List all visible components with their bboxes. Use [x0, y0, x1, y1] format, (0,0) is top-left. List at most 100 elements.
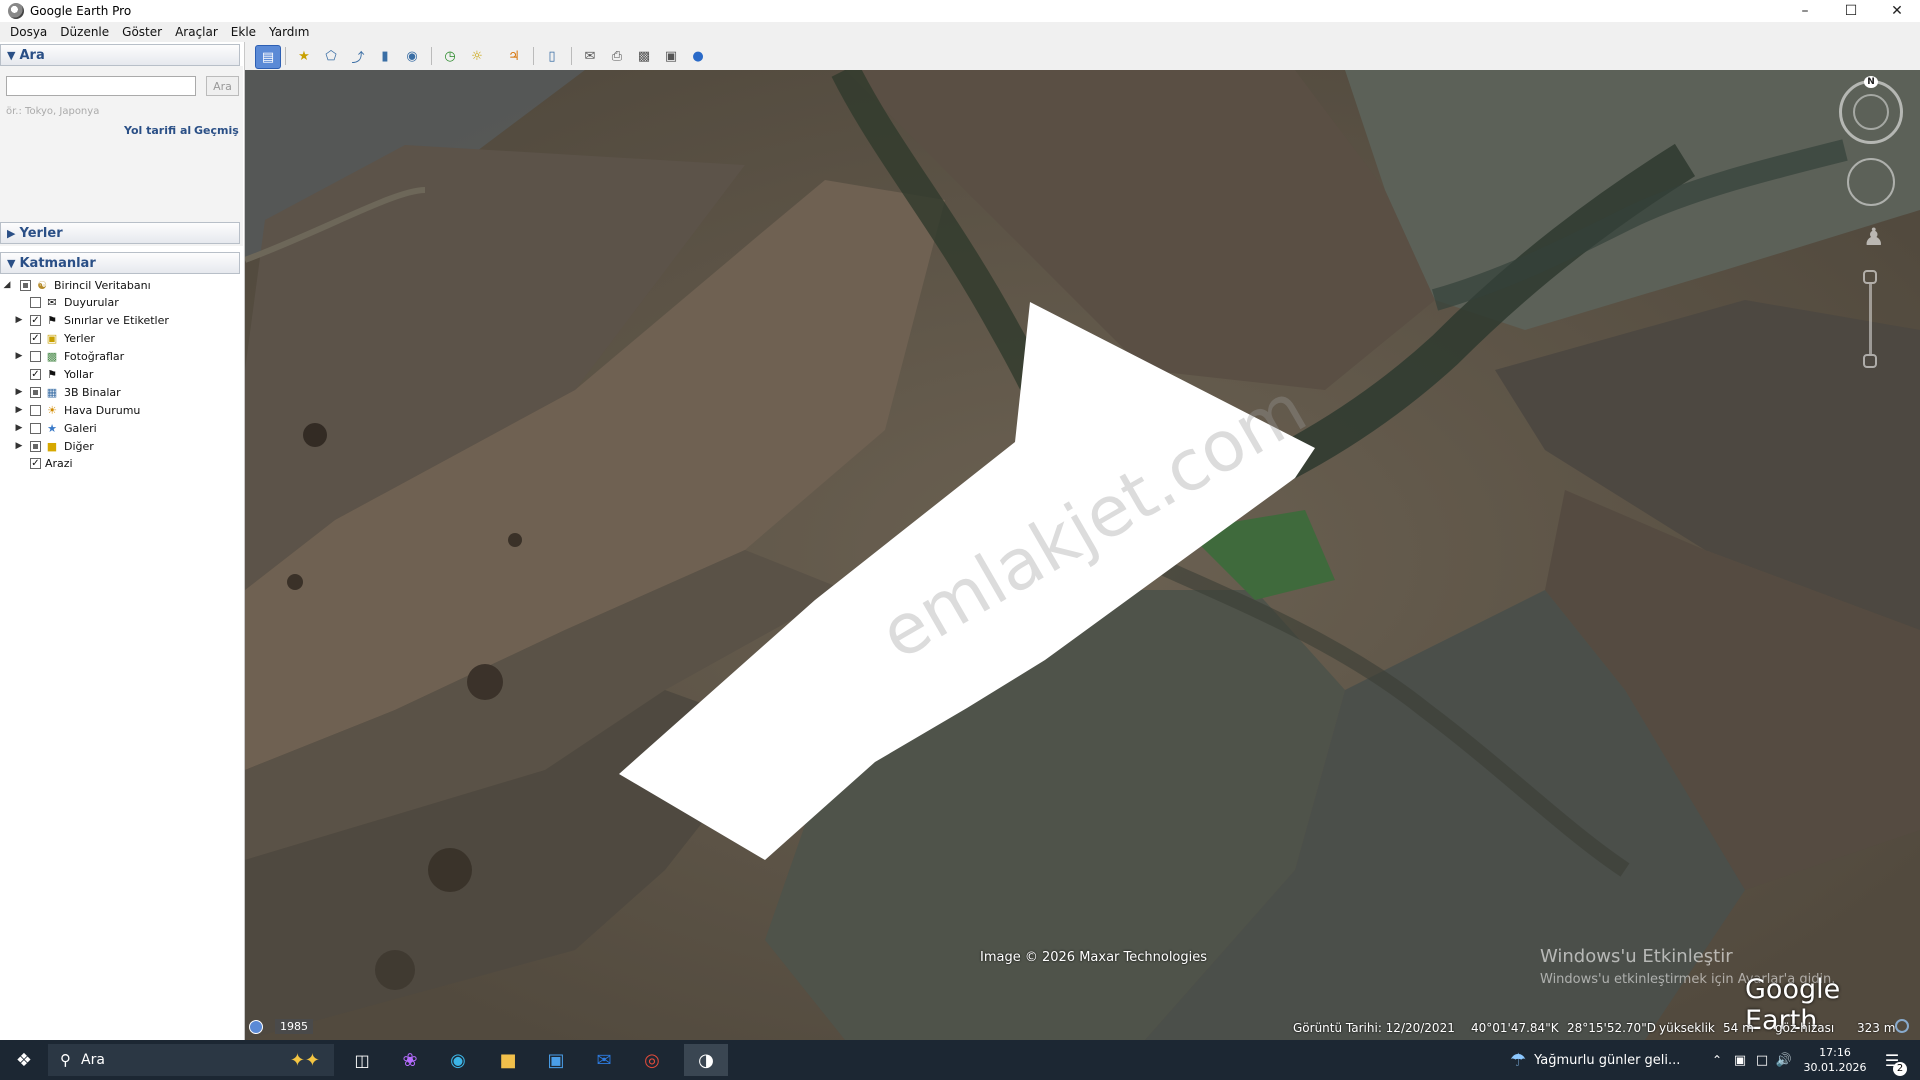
layer-checkbox[interactable] — [30, 422, 41, 434]
layer-checkbox[interactable]: ✓ — [30, 368, 41, 380]
layer-row[interactable]: ✓ Arazi — [14, 454, 73, 472]
layer-row[interactable]: ✉ Duyurular — [14, 293, 119, 311]
layer-checkbox[interactable]: ✓ — [30, 314, 41, 326]
historical-year-label: 1985 — [275, 1019, 313, 1034]
file-explorer-icon[interactable]: ■ — [492, 1044, 524, 1076]
image-overlay-button[interactable]: ▮ — [374, 45, 396, 67]
sparkle-icon: ✦✦ — [289, 1049, 320, 1071]
layer-row[interactable]: ✓ ⚑ Yollar — [14, 365, 93, 383]
tree-expand-icon[interactable]: ▶ — [14, 351, 24, 361]
sidebar-toggle-button[interactable]: ▤ — [255, 45, 281, 69]
eye-altitude-label: göz hizası — [1775, 1021, 1835, 1035]
edge-browser-icon[interactable]: ◉ — [442, 1044, 474, 1076]
network-icon[interactable]: □ — [1752, 1044, 1772, 1076]
layer-row[interactable]: ✓ ▣ Yerler — [14, 329, 95, 347]
search-icon: ⚲ — [60, 1051, 71, 1069]
taskbar-search[interactable]: ⚲ Ara ✦✦ — [48, 1044, 334, 1076]
search-input[interactable] — [6, 76, 196, 96]
layer-checkbox[interactable]: ✓ — [30, 332, 41, 344]
copilot-icon[interactable]: ❀ — [394, 1044, 426, 1076]
add-polygon-button[interactable]: ⬠ — [320, 45, 342, 67]
minimize-button[interactable]: – — [1782, 0, 1828, 22]
taskbar: ❖ ⚲ Ara ✦✦ ◫ ❀ ◉ ■ ▣ ✉ ◎ ◑ ☂ Yağmurlu gü… — [0, 1040, 1920, 1080]
tree-collapse-icon[interactable]: ◢ — [2, 280, 12, 290]
view-in-maps-button[interactable]: ● — [687, 45, 709, 67]
planets-button[interactable]: ♃ — [503, 45, 525, 67]
menu-help[interactable]: Yardım — [269, 25, 309, 39]
google-earth-taskbar-icon[interactable]: ◑ — [684, 1044, 728, 1076]
maximize-button[interactable]: ☐ — [1828, 0, 1874, 22]
layer-checkbox[interactable] — [30, 350, 41, 362]
navigation-controls: N ♟ — [1839, 70, 1911, 368]
zoom-in-button[interactable] — [1863, 270, 1877, 284]
tree-expand-icon[interactable]: ▶ — [14, 315, 24, 325]
tree-expand-icon[interactable]: ▶ — [14, 441, 24, 451]
weather-widget[interactable]: ☂ Yağmurlu günler geli... — [1510, 1044, 1690, 1076]
envelope-icon: ✉ — [47, 295, 57, 309]
print-button[interactable]: ⎙ — [606, 45, 628, 67]
tree-expand-icon[interactable]: ▶ — [14, 423, 24, 433]
directions-link[interactable]: Yol tarifi al — [124, 124, 191, 137]
move-joystick[interactable] — [1847, 158, 1895, 206]
layer-row[interactable]: ▶ ▩ Fotoğraflar — [14, 347, 125, 365]
history-link[interactable]: Geçmiş — [194, 124, 239, 137]
add-placemark-button[interactable]: ★ — [293, 45, 315, 67]
collapse-triangle-icon: ▼ — [7, 48, 16, 62]
layer-row[interactable]: ▶ ★ Galeri — [14, 419, 97, 437]
menu-file[interactable]: Dosya — [10, 25, 47, 39]
save-image-button[interactable]: ▩ — [633, 45, 655, 67]
search-panel-header[interactable]: ▼ Ara — [0, 44, 240, 66]
layer-checkbox[interactable] — [30, 404, 41, 416]
close-button[interactable]: ✕ — [1874, 0, 1920, 22]
menu-bar: Dosya Düzenle Göster Araçlar Ekle Yardım — [0, 22, 1920, 42]
store-icon[interactable]: ▣ — [540, 1044, 572, 1076]
layer-row[interactable]: ▶ ■ Diğer — [14, 437, 94, 455]
add-path-button[interactable]: ⤴ — [347, 45, 369, 67]
windows-activation-title: Windows'u Etkinleştir — [1540, 946, 1733, 967]
north-indicator[interactable]: N — [1864, 76, 1878, 88]
street-view-pegman-icon[interactable]: ♟ — [1863, 222, 1885, 252]
title-bar: Google Earth Pro – ☐ ✕ — [0, 0, 1920, 22]
ruler-button[interactable]: ▯ — [541, 45, 563, 67]
collapse-triangle-icon: ▼ — [7, 256, 16, 270]
layer-row[interactable]: ▶ ▦ 3B Binalar — [14, 383, 121, 401]
look-joystick-inner[interactable] — [1853, 94, 1889, 130]
layer-row[interactable]: ◢ ☯ Birincil Veritabanı — [2, 276, 151, 294]
movie-maker-button[interactable]: ▣ — [660, 45, 682, 67]
historical-clock-icon[interactable] — [249, 1020, 263, 1034]
expand-triangle-icon: ▶ — [7, 226, 16, 240]
layer-checkbox[interactable] — [30, 296, 41, 308]
outlook-icon[interactable]: ✉ — [588, 1044, 620, 1076]
layers-panel-header[interactable]: ▼ Katmanlar — [0, 252, 240, 274]
menu-edit[interactable]: Düzenle — [60, 25, 109, 39]
chrome-icon[interactable]: ◎ — [636, 1044, 668, 1076]
places-panel-header[interactable]: ▶ Yerler — [0, 222, 240, 244]
sidebar: ▼ Ara Ara ör.: Tokyo, Japonya Yol tarifi… — [0, 42, 245, 1040]
windows-start-icon[interactable]: ❖ — [8, 1044, 40, 1076]
sunlight-button[interactable]: ☼ — [466, 45, 488, 67]
map-view[interactable]: emlakjet.com N ♟ Image © 2026 Maxar Tech… — [245, 70, 1920, 1040]
volume-icon[interactable]: 🔊 — [1774, 1044, 1794, 1076]
record-tour-button[interactable]: ◉ — [401, 45, 423, 67]
satellite-imagery[interactable]: emlakjet.com — [245, 70, 1920, 1040]
meet-now-icon[interactable]: ▣ — [1730, 1044, 1750, 1076]
menu-view[interactable]: Göster — [122, 25, 162, 39]
task-view-icon[interactable]: ◫ — [346, 1044, 378, 1076]
menu-tools[interactable]: Araçlar — [175, 25, 218, 39]
layer-checkbox[interactable] — [30, 386, 41, 398]
tree-expand-icon[interactable]: ▶ — [14, 387, 24, 397]
search-button[interactable]: Ara — [206, 76, 239, 96]
menu-add[interactable]: Ekle — [231, 25, 256, 39]
email-button[interactable]: ✉ — [579, 45, 601, 67]
zoom-slider[interactable] — [1869, 284, 1872, 354]
layer-row[interactable]: ▶ ☀ Hava Durumu — [14, 401, 141, 419]
clock[interactable]: 17:16 30.01.2026 — [1800, 1044, 1870, 1076]
historical-imagery-button[interactable]: ◷ — [439, 45, 461, 67]
layer-checkbox[interactable] — [30, 440, 41, 452]
layer-checkbox[interactable]: ✓ — [30, 457, 41, 469]
layer-row[interactable]: ▶ ✓ ⚑ Sınırlar ve Etiketler — [14, 311, 169, 329]
tree-expand-icon[interactable]: ▶ — [14, 405, 24, 415]
zoom-out-button[interactable] — [1863, 354, 1877, 368]
layer-checkbox[interactable] — [20, 279, 31, 291]
chevron-up-icon[interactable]: ⌃ — [1708, 1044, 1726, 1076]
